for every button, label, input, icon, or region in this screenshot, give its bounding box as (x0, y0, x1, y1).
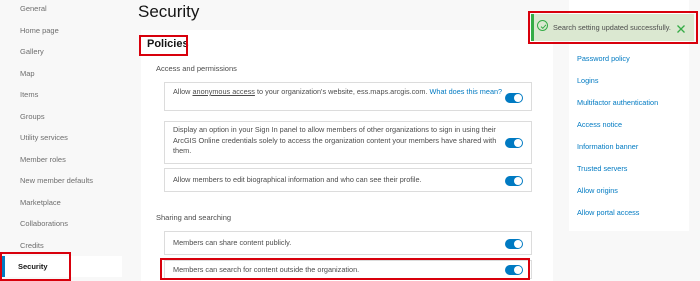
highlight-box-search-outside (160, 258, 530, 280)
nav-link-password-policy[interactable]: Password policy (577, 54, 630, 63)
nav-link-logins[interactable]: Logins (577, 76, 599, 85)
sidebar-item-home-page[interactable]: Home page (20, 26, 59, 35)
policy-text-middle: to your organization's website, ess.maps… (254, 87, 430, 96)
nav-link-trusted-servers[interactable]: Trusted servers (577, 164, 627, 173)
sidebar-item-utility-services[interactable]: Utility services (20, 133, 68, 142)
toggle-knob (514, 94, 522, 102)
nav-link-access-notice[interactable]: Access notice (577, 120, 622, 129)
nav-link-multifactor-authentication[interactable]: Multifactor authentication (577, 98, 658, 107)
sidebar-item-credits[interactable]: Credits (20, 241, 44, 250)
sharing-section-title: Sharing and searching (156, 213, 232, 222)
sidebar-item-marketplace[interactable]: Marketplace (20, 198, 61, 207)
toggle-knob (514, 240, 522, 248)
sidebar-item-collaborations[interactable]: Collaborations (20, 219, 68, 228)
policy-row-other-org-signin: Display an option in your Sign In panel … (164, 121, 532, 164)
access-section-title: Access and permissions (156, 64, 237, 73)
policy-text-other-org-signin: Display an option in your Sign In panel … (173, 125, 497, 155)
policy-text-prefix: Allow (173, 87, 193, 96)
policy-row-share-public: Members can share content publicly. (164, 231, 532, 255)
other-org-signin-toggle[interactable] (505, 138, 523, 148)
sidebar-item-gallery[interactable]: Gallery (20, 47, 44, 56)
sidebar-item-new-member-defaults[interactable]: New member defaults (20, 176, 93, 185)
what-does-this-mean-link[interactable]: What does this mean? (430, 87, 503, 96)
sidebar-item-map[interactable]: Map (20, 69, 35, 78)
page-title: Security (138, 2, 200, 21)
policy-text-edit-profile: Allow members to edit biographical infor… (173, 175, 422, 184)
highlight-box-toast (528, 11, 698, 44)
sidebar-item-member-roles[interactable]: Member roles (20, 155, 66, 164)
policy-text-share-public: Members can share content publicly. (173, 238, 292, 247)
toggle-knob (514, 177, 522, 185)
sidebar-item-items[interactable]: Items (20, 90, 38, 99)
toggle-knob (514, 139, 522, 147)
nav-link-allow-portal-access[interactable]: Allow portal access (577, 208, 639, 217)
anonymous-access-link[interactable]: anonymous access (192, 87, 254, 96)
highlight-box-sidebar (0, 252, 71, 281)
sidebar-item-general[interactable]: General (20, 4, 47, 13)
nav-link-information-banner[interactable]: Information banner (577, 142, 638, 151)
highlight-box-policies (139, 35, 188, 56)
policy-text-anonymous-access: Allow anonymous access to your organizat… (173, 87, 503, 98)
policy-row-edit-profile: Allow members to edit biographical infor… (164, 168, 532, 192)
anonymous-access-toggle[interactable] (505, 93, 523, 103)
policy-row-anonymous-access: Allow anonymous access to your organizat… (164, 82, 532, 111)
edit-profile-toggle[interactable] (505, 176, 523, 186)
nav-link-allow-origins[interactable]: Allow origins (577, 186, 618, 195)
share-public-toggle[interactable] (505, 239, 523, 249)
sidebar-item-groups[interactable]: Groups (20, 112, 45, 121)
